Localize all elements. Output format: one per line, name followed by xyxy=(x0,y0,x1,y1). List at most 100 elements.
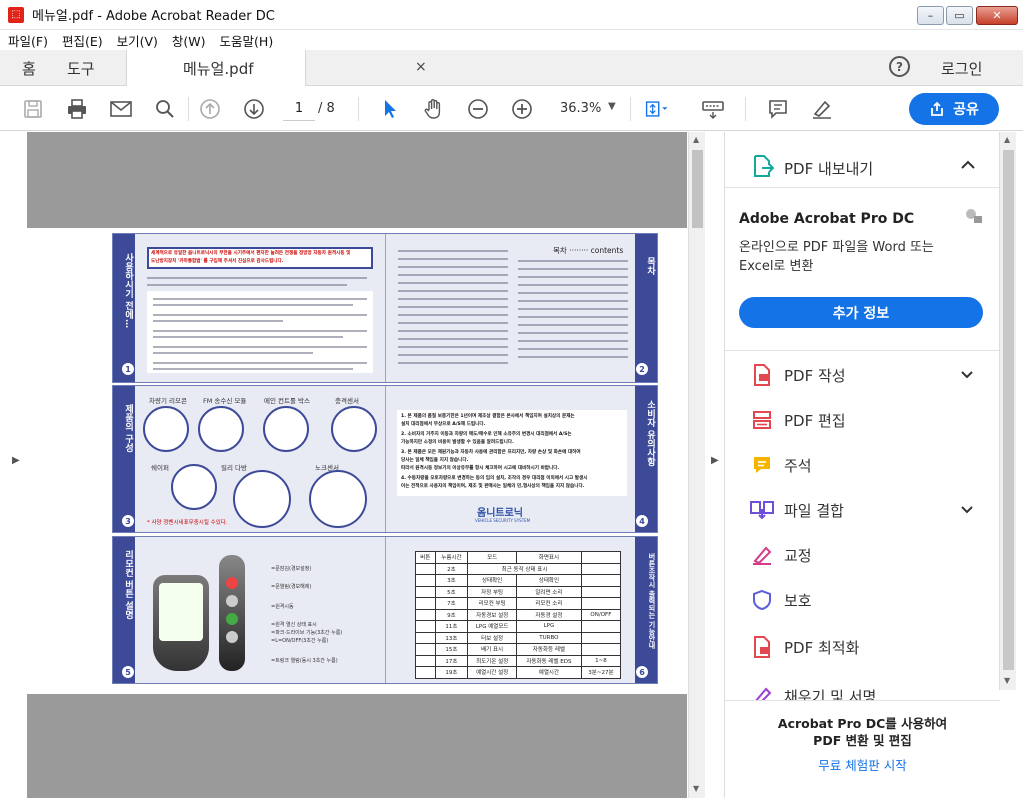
page-down-icon[interactable] xyxy=(241,96,267,122)
button-description: =문열림(경보해제) xyxy=(271,584,312,590)
tab-bar: 홈 도구 메뉴얼.pdf × xyxy=(0,50,1023,86)
title-bar: ⬚ 메뉴얼.pdf - Adobe Acrobat Reader DC – ▭ … xyxy=(0,0,1023,30)
table-row: 7초 리모컨 부팅 리모컨 소리 xyxy=(415,597,622,610)
table-row: 17초 최도기온 설정 자동화동 레벨 EDS 1~8 xyxy=(415,654,622,667)
tool-optimize-pdf[interactable]: PDF 최적화 xyxy=(749,632,999,662)
page-up-icon[interactable] xyxy=(197,96,223,122)
page-number: 2 xyxy=(635,362,649,376)
chevron-up-icon[interactable] xyxy=(961,160,975,170)
tool-comment[interactable]: 주석 xyxy=(749,450,999,480)
page-number: 1 xyxy=(121,362,135,376)
optimize-pdf-icon xyxy=(749,634,775,660)
tab-tools[interactable]: 도구 xyxy=(67,50,95,86)
table-row: 13초 터보 설정 TURBO xyxy=(415,631,622,644)
tab-document[interactable]: 메뉴얼.pdf × xyxy=(126,50,427,86)
export-pdf-icon xyxy=(754,155,774,177)
zoom-level[interactable]: 36.3% xyxy=(560,101,601,116)
collapse-left-icon[interactable]: ▶ xyxy=(12,455,20,466)
page-number: 4 xyxy=(635,514,649,528)
panel-band-label: 목차 xyxy=(645,257,655,275)
comment-icon xyxy=(749,452,775,478)
note-line: 당사는 일체 책임을 지지 않습니다. xyxy=(401,458,469,463)
menu-edit[interactable]: 편집(E) xyxy=(56,31,109,50)
share-icon xyxy=(931,101,944,116)
table-header: 화면표시 xyxy=(516,551,582,564)
table-header: 누름시간 xyxy=(434,551,469,564)
close-tab-icon[interactable]: × xyxy=(415,59,427,75)
help-icon[interactable]: ? xyxy=(889,56,910,77)
component-label: 릴리 다방 xyxy=(221,464,247,472)
scrollbar-thumb[interactable] xyxy=(692,150,703,228)
pdf-panel-remote: 리모컨 버튼 설명 버튼조작시 출력되는 기능안내 =문잠김(경보설정) =문열… xyxy=(112,536,658,684)
share-button[interactable]: 공유 xyxy=(909,93,999,125)
panel-footnote: * 사양 정벤시네표무중시킬 수있다. xyxy=(147,520,228,526)
toc-title: 목차 ········ contents xyxy=(553,246,624,255)
toolbar: / 8 36.3% ▼ 공유 xyxy=(0,87,1023,131)
scroll-down-icon[interactable]: ▼ xyxy=(1004,676,1010,685)
button-description: =원격 열신 상태 표시 xyxy=(271,622,317,628)
table-row: 11초 LPG 예열모드 LPG xyxy=(415,620,622,633)
chevron-down-icon[interactable]: ▼ xyxy=(608,101,616,112)
collapse-right-icon[interactable]: ▶ xyxy=(711,455,719,466)
siren-image xyxy=(171,464,217,510)
button-description: =문잠김(경보설정) xyxy=(271,566,312,572)
page-number-input[interactable] xyxy=(283,97,315,121)
tool-redact[interactable]: 교정 xyxy=(749,540,999,570)
component-label: 쉐이퍼 xyxy=(151,464,169,472)
tool-create-pdf[interactable]: PDF 작성 xyxy=(749,360,999,390)
tools-pane-scrollbar[interactable]: ▲ ▼ xyxy=(999,132,1016,690)
free-trial-link[interactable]: 무료 체험판 시작 xyxy=(725,755,1000,774)
tool-protect[interactable]: 보호 xyxy=(749,585,999,615)
tool-combine-files[interactable]: 파일 결합 xyxy=(749,495,999,525)
pdf-panel-components: 제품의 구성 소비자 유의사항 차량기 리모콘 FM 송수신 모듈 메인 컨트롤… xyxy=(112,385,658,533)
export-pdf-title[interactable]: PDF 내보내기 xyxy=(784,158,873,179)
comment-icon[interactable] xyxy=(765,96,791,122)
pro-promo-footer: Acrobat Pro DC를 사용하여 PDF 변환 및 편집 무료 체험판 … xyxy=(725,700,1000,798)
minimize-button[interactable]: – xyxy=(917,6,944,25)
save-icon[interactable] xyxy=(20,96,46,122)
scroll-up-icon[interactable]: ▲ xyxy=(1004,135,1010,144)
keyboard-icon[interactable] xyxy=(700,96,726,122)
component-label: FM 송수신 모듈 xyxy=(203,397,247,405)
edit-pdf-icon xyxy=(749,407,775,433)
menu-window[interactable]: 창(W) xyxy=(166,31,212,50)
table-row: 2초 최근 동작 상태 표시 xyxy=(415,562,622,575)
tool-fill-sign[interactable]: 채우기 및 서명 xyxy=(749,677,999,700)
sign-icon[interactable] xyxy=(809,96,835,122)
tab-home[interactable]: 홈 xyxy=(22,50,36,86)
tool-edit-pdf[interactable]: PDF 편집 xyxy=(749,405,999,435)
email-icon[interactable] xyxy=(108,96,134,122)
login-link[interactable]: 로그인 xyxy=(941,58,982,79)
fm-module-image xyxy=(198,406,244,452)
close-window-button[interactable]: ✕ xyxy=(976,6,1018,25)
document-scrollbar[interactable]: ▲ ▼ xyxy=(688,132,705,798)
menu-help[interactable]: 도움말(H) xyxy=(214,31,280,50)
print-icon[interactable] xyxy=(64,96,90,122)
note-line: 따라서 원격시동 정보기의 이상유무를 항시 체크하여 시고에 대비하시기 바랍… xyxy=(401,466,560,471)
more-info-button[interactable]: 추가 정보 xyxy=(739,297,983,328)
remote-screen xyxy=(159,583,203,641)
hand-tool-icon[interactable] xyxy=(421,96,447,122)
menu-bar: 파일(F) 편집(E) 보기(V) 창(W) 도움말(H) xyxy=(0,30,1023,50)
zoom-in-icon[interactable] xyxy=(509,96,535,122)
brand-logo-sub: VEHICLE SECURITY SYSTEM xyxy=(475,518,531,523)
menu-file[interactable]: 파일(F) xyxy=(2,31,54,50)
acrobat-pro-icon xyxy=(966,209,982,223)
scrollbar-thumb[interactable] xyxy=(1003,150,1014,670)
button-description: =원격시동 xyxy=(271,604,294,610)
fit-page-icon[interactable] xyxy=(644,96,670,122)
scroll-up-icon[interactable]: ▲ xyxy=(693,135,699,144)
chevron-down-icon[interactable] xyxy=(961,370,973,379)
select-cursor-icon[interactable] xyxy=(377,96,403,122)
shock-sensor-image xyxy=(331,406,377,452)
search-icon[interactable] xyxy=(152,96,178,122)
zoom-out-icon[interactable] xyxy=(465,96,491,122)
table-header: 모드 xyxy=(467,551,517,564)
maximize-button[interactable]: ▭ xyxy=(946,6,973,25)
panel-band-label: 버튼조작시 출력되는 기능안내 xyxy=(648,553,656,649)
menu-view[interactable]: 보기(V) xyxy=(111,31,164,50)
chevron-down-icon[interactable] xyxy=(961,505,973,514)
scroll-down-icon[interactable]: ▼ xyxy=(693,784,699,793)
share-label: 공유 xyxy=(953,102,979,118)
table-row: 15초 배기 표시 자동화등 레벨 xyxy=(415,643,622,656)
